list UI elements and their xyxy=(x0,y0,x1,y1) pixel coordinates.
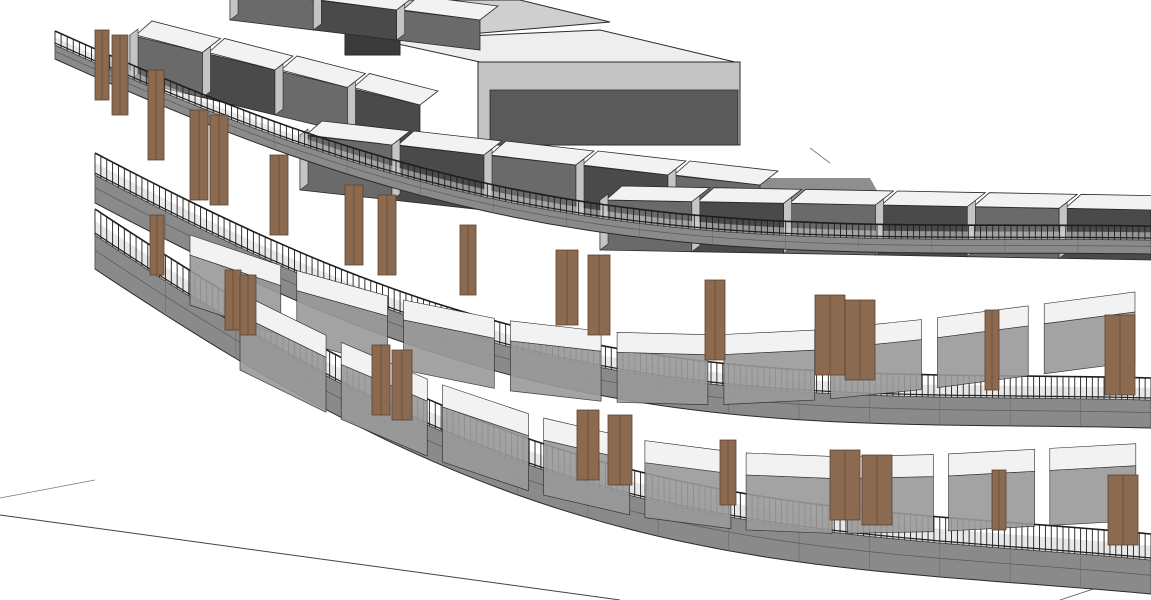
model-viewport[interactable] xyxy=(0,0,1151,600)
partition-top xyxy=(696,187,803,204)
awning-panel xyxy=(745,452,833,479)
glazing-panel xyxy=(745,474,833,534)
awning-panel xyxy=(723,329,815,355)
partition-top xyxy=(972,192,1079,209)
glazing-panel xyxy=(616,351,709,406)
awning-panel xyxy=(616,332,709,356)
awning-panel xyxy=(948,448,1035,477)
partition-wall xyxy=(202,45,211,99)
core-shadow-face xyxy=(489,89,739,146)
ground-line xyxy=(0,514,621,600)
partition-top xyxy=(1064,193,1151,211)
ground-line xyxy=(809,147,831,164)
partition-wall xyxy=(396,3,405,41)
partition-wall xyxy=(274,63,284,116)
partition-top xyxy=(880,190,987,208)
building-model xyxy=(0,0,1151,600)
partition-top xyxy=(788,188,895,206)
glazing-panel xyxy=(723,349,816,405)
ground-line xyxy=(0,479,96,499)
awning-panel xyxy=(1049,443,1137,471)
glazing-panel xyxy=(644,462,732,530)
unit-room xyxy=(229,0,314,31)
partition-top xyxy=(604,185,711,203)
glazing-panel xyxy=(948,470,1035,532)
